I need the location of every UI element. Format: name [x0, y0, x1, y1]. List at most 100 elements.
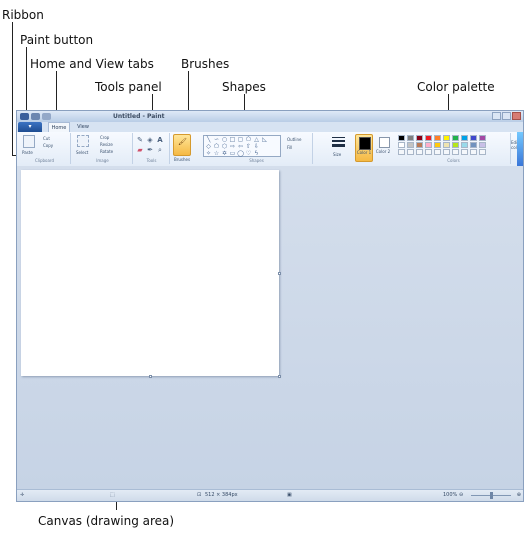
palette-swatch[interactable]	[461, 135, 468, 141]
callout-brushes: Brushes	[181, 57, 230, 71]
palette-swatch-empty[interactable]	[479, 149, 486, 155]
palette-swatch-empty[interactable]	[443, 149, 450, 155]
color2-swatch	[379, 137, 390, 148]
maximize-button[interactable]	[502, 112, 511, 120]
polygon-shape-icon[interactable]: ⬠	[245, 136, 252, 143]
shapes-group-label: Shapes	[249, 158, 264, 163]
palette-swatch[interactable]	[425, 142, 432, 148]
five-point-star-shape-icon[interactable]: ☆	[213, 150, 220, 157]
pentagon-shape-icon[interactable]: ⬠	[213, 143, 220, 150]
palette-swatch[interactable]	[416, 142, 423, 148]
palette-swatch-empty[interactable]	[470, 149, 477, 155]
status-bar: ✛ ⬚ ⊡ 512 × 384px ▣ 100% ⊖ ⊕	[17, 489, 523, 501]
palette-swatch[interactable]	[443, 142, 450, 148]
select-icon[interactable]	[77, 135, 89, 147]
color-picker-icon[interactable]: ✒	[146, 146, 154, 154]
palette-swatch[interactable]	[479, 135, 486, 141]
up-arrow-shape-icon[interactable]: ⇧	[245, 143, 252, 150]
fill-icon[interactable]: ◈	[146, 136, 154, 144]
hexagon-shape-icon[interactable]: ⬡	[221, 143, 228, 150]
canvas-resize-handle-corner[interactable]	[278, 375, 281, 378]
callout-rect-shape-icon[interactable]: ▭	[229, 150, 236, 157]
line-shape-icon[interactable]: ╲	[205, 136, 212, 143]
palette-swatch-empty[interactable]	[461, 149, 468, 155]
palette-swatch[interactable]	[443, 135, 450, 141]
palette-swatch[interactable]	[470, 135, 477, 141]
palette-swatch-empty[interactable]	[416, 149, 423, 155]
diamond-shape-icon[interactable]: ◇	[205, 143, 212, 150]
palette-swatch-empty[interactable]	[452, 149, 459, 155]
left-arrow-shape-icon[interactable]: ⇦	[237, 143, 244, 150]
size-line-medium	[332, 140, 345, 142]
palette-swatch-empty[interactable]	[398, 149, 405, 155]
four-point-star-shape-icon[interactable]: ✧	[205, 150, 212, 157]
paint-menu-button[interactable]: ▾	[18, 122, 42, 132]
crop-button[interactable]: Crop	[100, 135, 109, 140]
brushes-button[interactable]: 🖌	[173, 134, 191, 156]
undo-icon[interactable]	[31, 113, 40, 120]
triangle-shape-icon[interactable]: △	[253, 136, 260, 143]
palette-swatch[interactable]	[416, 135, 423, 141]
six-point-star-shape-icon[interactable]: ✡	[221, 150, 228, 157]
right-arrow-shape-icon[interactable]: ⇨	[229, 143, 236, 150]
heart-shape-icon[interactable]: ♡	[245, 150, 252, 157]
edit-colors-icon[interactable]	[517, 132, 523, 166]
palette-swatch[interactable]	[479, 142, 486, 148]
minimize-button[interactable]	[492, 112, 501, 120]
image-group: Select Crop Resize Rotate Image	[73, 133, 133, 164]
color1-button[interactable]: Color 1	[355, 134, 373, 162]
palette-swatch[interactable]	[425, 135, 432, 141]
save-icon[interactable]	[20, 113, 29, 120]
rounded-rectangle-shape-icon[interactable]: ▢	[237, 136, 244, 143]
title-bar: Untitled - Paint	[17, 111, 523, 122]
eraser-icon[interactable]: ▰	[136, 146, 144, 154]
canvas-resize-handle-bottom[interactable]	[149, 375, 152, 378]
palette-swatch-empty[interactable]	[407, 149, 414, 155]
palette-swatch[interactable]	[434, 135, 441, 141]
palette-swatch[interactable]	[461, 142, 468, 148]
paste-icon[interactable]	[23, 135, 35, 148]
rectangle-shape-icon[interactable]: □	[229, 136, 236, 143]
palette-swatch[interactable]	[407, 142, 414, 148]
lightning-shape-icon[interactable]: ϟ	[253, 150, 260, 157]
paste-button[interactable]: Paste	[22, 150, 33, 155]
size-lines-icon[interactable]	[332, 135, 345, 147]
palette-swatch[interactable]	[452, 142, 459, 148]
drawing-canvas[interactable]	[21, 170, 279, 376]
select-button[interactable]: Select	[76, 150, 88, 155]
shapes-gallery[interactable]: ╲ ∽ ○ □ ▢ ⬠ △ ◺ ◇ ⬠ ⬡ ⇨ ⇦ ⇧ ⇩ ✧ ☆ ✡ ▭ ◯	[203, 135, 281, 157]
color2-button[interactable]: Color 2	[375, 134, 393, 162]
cut-button[interactable]: Cut	[43, 136, 50, 141]
size-label[interactable]: Size	[333, 152, 341, 157]
palette-swatch[interactable]	[398, 142, 405, 148]
right-triangle-shape-icon[interactable]: ◺	[261, 136, 268, 143]
close-button[interactable]	[512, 112, 521, 120]
zoom-out-icon[interactable]: ⊖	[459, 490, 463, 501]
palette-swatch-empty[interactable]	[425, 149, 432, 155]
pencil-icon[interactable]: ✎	[136, 136, 144, 144]
resize-button[interactable]: Resize	[100, 142, 113, 147]
zoom-in-icon[interactable]: ⊕	[517, 490, 521, 501]
fill-button[interactable]: Fill	[287, 145, 292, 150]
copy-button[interactable]: Copy	[43, 143, 53, 148]
zoom-slider-thumb[interactable]	[490, 492, 493, 499]
tab-home[interactable]: Home	[48, 122, 70, 132]
callout-oval-shape-icon[interactable]: ◯	[237, 150, 244, 157]
outline-button[interactable]: Outline	[287, 137, 301, 142]
curve-shape-icon[interactable]: ∽	[213, 136, 220, 143]
text-icon[interactable]: A	[156, 136, 164, 144]
rotate-button[interactable]: Rotate	[100, 149, 113, 154]
palette-swatch-empty[interactable]	[434, 149, 441, 155]
palette-swatch[interactable]	[407, 135, 414, 141]
palette-swatch[interactable]	[452, 135, 459, 141]
down-arrow-shape-icon[interactable]: ⇩	[253, 143, 260, 150]
canvas-resize-handle-right[interactable]	[278, 272, 281, 275]
redo-icon[interactable]	[42, 113, 51, 120]
oval-shape-icon[interactable]: ○	[221, 136, 228, 143]
palette-swatch[interactable]	[398, 135, 405, 141]
palette-swatch[interactable]	[470, 142, 477, 148]
magnifier-icon[interactable]: ⌕	[156, 146, 164, 154]
size-group: Size	[327, 133, 351, 164]
palette-swatch[interactable]	[434, 142, 441, 148]
tab-view[interactable]: View	[73, 122, 93, 132]
